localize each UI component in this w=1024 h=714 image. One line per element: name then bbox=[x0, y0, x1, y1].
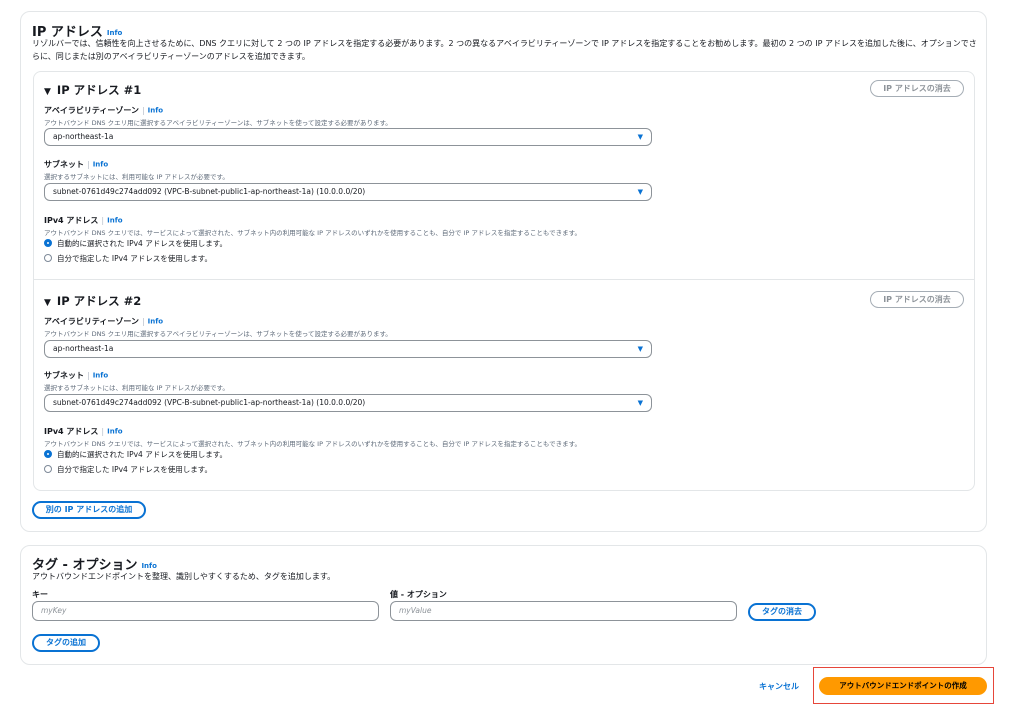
expand-triangle-icon: ▼ bbox=[44, 87, 51, 97]
remove-ip-2-button[interactable]: IP アドレスの消去 bbox=[870, 291, 964, 308]
az-1-select[interactable]: ap-northeast-1a ▼ bbox=[44, 128, 652, 146]
az-1-info-link[interactable]: Info bbox=[148, 107, 163, 115]
ip-section-info-link[interactable]: Info bbox=[107, 29, 122, 37]
entry-divider bbox=[34, 279, 974, 280]
subnet-2-info-link[interactable]: Info bbox=[93, 372, 108, 380]
dropdown-arrow-icon: ▼ bbox=[637, 399, 643, 407]
radio-unselected-icon bbox=[44, 254, 52, 262]
tags-description: アウトバウンドエンドポイントを整理、識別しやすくするため、タグを追加します。 bbox=[32, 572, 336, 581]
tags-info-link[interactable]: Info bbox=[141, 562, 156, 570]
add-tag-button[interactable]: タグの追加 bbox=[32, 634, 100, 652]
ip-entry-1-title[interactable]: ▼ IP アドレス #1 bbox=[44, 82, 141, 98]
az-2-select[interactable]: ap-northeast-1a ▼ bbox=[44, 340, 652, 358]
ipv4-1-radio-auto[interactable]: 自動的に選択された IPv4 アドレスを使用します。 bbox=[44, 238, 227, 249]
dropdown-arrow-icon: ▼ bbox=[637, 345, 643, 353]
tags-panel: タグ - オプション Info アウトバウンドエンドポイントを整理、識別しやすくす… bbox=[20, 545, 987, 665]
subnet-1-info-link[interactable]: Info bbox=[93, 161, 108, 169]
ipv4-2-radio-manual[interactable]: 自分で指定した IPv4 アドレスを使用します。 bbox=[44, 464, 212, 475]
subnet-1-label: サブネット | Info bbox=[44, 160, 109, 169]
radio-selected-icon bbox=[44, 450, 52, 458]
az-2-description: アウトバウンド DNS クエリ用に選択するアベイラビリティーゾーンは、サブネット… bbox=[44, 330, 392, 338]
key-label: キー bbox=[32, 590, 48, 599]
ipv4-1-info-link[interactable]: Info bbox=[107, 217, 122, 225]
ip-section-description: リゾルバーでは、信頼性を向上させるために、DNS クエリに対して 2 つの IP… bbox=[32, 39, 977, 61]
subnet-2-label: サブネット | Info bbox=[44, 371, 109, 380]
remove-tag-button[interactable]: タグの消去 bbox=[748, 603, 816, 621]
az-2-info-link[interactable]: Info bbox=[148, 318, 163, 326]
ip-address-list: ▼ IP アドレス #1 IP アドレスの消去 アベイラビリティーゾーン | Info… bbox=[33, 71, 975, 491]
ipv4-1-label: IPv4 アドレス | Info bbox=[44, 216, 123, 225]
tag-value-input[interactable]: myValue bbox=[390, 601, 737, 621]
ipv4-1-radio-manual[interactable]: 自分で指定した IPv4 アドレスを使用します。 bbox=[44, 253, 212, 264]
dropdown-arrow-icon: ▼ bbox=[637, 188, 643, 196]
remove-ip-1-button[interactable]: IP アドレスの消去 bbox=[870, 80, 964, 97]
tag-key-input[interactable]: myKey bbox=[32, 601, 379, 621]
ipv4-2-label: IPv4 アドレス | Info bbox=[44, 427, 123, 436]
az-1-label: アベイラビリティーゾーン | Info bbox=[44, 106, 164, 115]
ipv4-2-info-link[interactable]: Info bbox=[107, 428, 122, 436]
subnet-1-description: 選択するサブネットには、利用可能な IP アドレスが必要です。 bbox=[44, 173, 229, 181]
ipv4-2-description: アウトバウンド DNS クエリでは、サービスによって選択された、サブネット内の利… bbox=[44, 440, 581, 448]
expand-triangle-icon: ▼ bbox=[44, 298, 51, 308]
ip-entry-2-title[interactable]: ▼ IP アドレス #2 bbox=[44, 293, 141, 309]
radio-unselected-icon bbox=[44, 465, 52, 473]
add-ip-address-button[interactable]: 別の IP アドレスの追加 bbox=[32, 501, 146, 519]
radio-selected-icon bbox=[44, 239, 52, 247]
az-2-label: アベイラビリティーゾーン | Info bbox=[44, 317, 164, 326]
az-1-description: アウトバウンド DNS クエリ用に選択するアベイラビリティーゾーンは、サブネット… bbox=[44, 119, 392, 127]
ip-address-panel: IP アドレス Info リゾルバーでは、信頼性を向上させるために、DNS クエリ… bbox=[20, 11, 987, 532]
ipv4-2-radio-auto[interactable]: 自動的に選択された IPv4 アドレスを使用します。 bbox=[44, 449, 227, 460]
dropdown-arrow-icon: ▼ bbox=[637, 133, 643, 141]
subnet-1-select[interactable]: subnet-0761d49c274add092 (VPC-B-subnet-p… bbox=[44, 183, 652, 201]
subnet-2-description: 選択するサブネットには、利用可能な IP アドレスが必要です。 bbox=[44, 384, 229, 392]
ipv4-1-description: アウトバウンド DNS クエリでは、サービスによって選択された、サブネット内の利… bbox=[44, 229, 581, 237]
value-label: 値 - オプション bbox=[390, 590, 447, 599]
create-outbound-endpoint-button[interactable]: アウトバウンドエンドポイントの作成 bbox=[819, 677, 987, 695]
subnet-2-select[interactable]: subnet-0761d49c274add092 (VPC-B-subnet-p… bbox=[44, 394, 652, 412]
cancel-button[interactable]: キャンセル bbox=[759, 681, 799, 692]
